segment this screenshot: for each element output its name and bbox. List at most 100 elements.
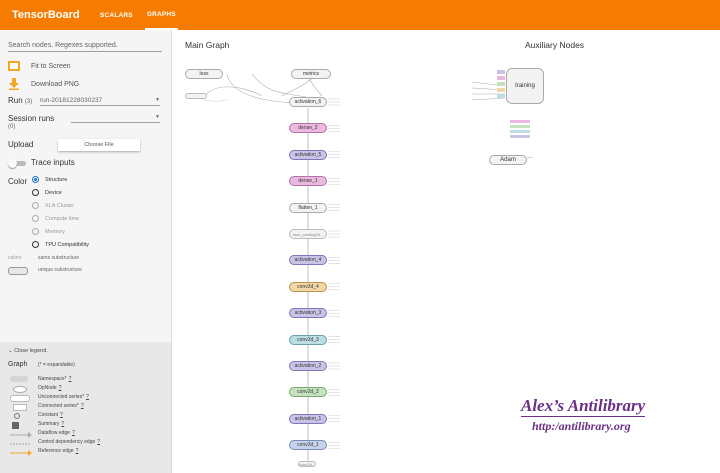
watermark-url: http:/antilibrary.org bbox=[532, 419, 631, 433]
download-png-label: Download PNG bbox=[31, 80, 80, 88]
side-input-edges bbox=[328, 98, 340, 106]
color-option-tpu-compatibility[interactable]: TPU Compatibility bbox=[32, 241, 89, 248]
side-input-edges bbox=[328, 177, 340, 185]
side-input-edges bbox=[328, 283, 340, 290]
training-aux-node[interactable]: training bbox=[506, 68, 544, 104]
conv2d-4-node[interactable]: conv2d_4 bbox=[289, 281, 327, 292]
app-title: TensorBoard bbox=[12, 9, 80, 21]
close-legend-toggle[interactable]: ⌄ Close legend. bbox=[8, 348, 48, 354]
help-link[interactable]: ? bbox=[61, 421, 64, 427]
radio-icon bbox=[32, 241, 39, 248]
chevron-down-icon: ⌄ bbox=[8, 348, 13, 354]
top-bar: TensorBoard SCALARS GRAPHS bbox=[0, 0, 720, 30]
help-link[interactable]: ? bbox=[60, 412, 63, 418]
color-option-compute-time[interactable]: Compute time bbox=[32, 215, 79, 222]
run-label-text: Run bbox=[8, 96, 23, 105]
legend-item-label: Namespace* bbox=[38, 376, 67, 382]
tab-scalars[interactable]: SCALARS bbox=[98, 0, 135, 30]
legend-item-label: Constant bbox=[38, 412, 59, 418]
activation-4-node[interactable]: activation_4 bbox=[289, 255, 327, 266]
side-input-edges bbox=[328, 230, 340, 238]
run-count: (3) bbox=[24, 99, 33, 105]
unique-substructure-label: unique substructure bbox=[38, 267, 82, 273]
input-node[interactable]: conv2d... bbox=[298, 461, 316, 467]
adam-aux-node[interactable]: Adam bbox=[489, 155, 527, 165]
sidebar: Search nodes. Regexes supported. Fit to … bbox=[0, 30, 172, 473]
loss-node[interactable]: loss bbox=[185, 69, 223, 79]
legend-item-label: OpNode bbox=[38, 385, 57, 391]
color-option-device[interactable]: Device bbox=[32, 189, 62, 196]
color-label: Color bbox=[8, 177, 28, 186]
color-option-xla-cluster[interactable]: XLA Cluster bbox=[32, 202, 74, 209]
aux-group-node[interactable] bbox=[510, 120, 568, 140]
side-input-edges bbox=[328, 336, 340, 343]
help-link[interactable]: ? bbox=[81, 403, 84, 409]
radio-icon bbox=[32, 228, 39, 235]
legend-item-namespace: Namespace*? bbox=[38, 376, 71, 382]
color-option-label: Compute time bbox=[45, 215, 80, 222]
metrics-node[interactable]: metrics bbox=[291, 69, 331, 79]
radio-icon bbox=[32, 215, 39, 222]
legend-item-unconnected-series: Unconnected series*? bbox=[38, 394, 89, 400]
legend-item-label: Connected series* bbox=[38, 403, 79, 409]
activation-6-node[interactable]: activation_6 bbox=[289, 97, 327, 107]
legend-item-opnode: OpNode? bbox=[38, 385, 61, 391]
dense-1-node[interactable]: dense_1 bbox=[289, 176, 327, 187]
radio-icon bbox=[32, 202, 39, 209]
activation-5-node[interactable]: activation_5 bbox=[289, 149, 327, 160]
max-pooling2d-node[interactable]: max_pooling2d... bbox=[289, 229, 327, 239]
help-link[interactable]: ? bbox=[69, 376, 72, 382]
legend-item-label: Summary bbox=[38, 421, 60, 427]
radio-icon bbox=[32, 189, 39, 196]
choose-file-button[interactable]: Choose File bbox=[58, 139, 140, 151]
dataflow-edge-icon bbox=[10, 432, 32, 438]
legend-item-label: Control dependency edge bbox=[38, 439, 96, 445]
legend-panel: ⌄ Close legend. Graph (* = expandable) N… bbox=[0, 342, 171, 473]
help-link[interactable]: ? bbox=[72, 430, 75, 436]
session-runs-label: Session runs bbox=[8, 114, 55, 123]
side-input-edges bbox=[328, 125, 340, 132]
color-option-structure[interactable]: Structure bbox=[32, 176, 67, 183]
connected-series-icon bbox=[13, 404, 27, 411]
radio-icon bbox=[32, 176, 39, 183]
fit-to-screen-button[interactable]: Fit to Screen bbox=[8, 60, 71, 72]
session-runs-select[interactable]: ▼ bbox=[71, 114, 160, 123]
activation-3-node[interactable]: activation_3 bbox=[289, 308, 327, 319]
run-select[interactable]: run-20181228030237 ▼ bbox=[40, 97, 160, 106]
color-option-memory[interactable]: Memory bbox=[32, 228, 65, 235]
conv2d-1-node[interactable]: conv2d_1 bbox=[289, 440, 327, 451]
activation-1-node[interactable]: activation_1 bbox=[289, 413, 327, 424]
legend-item-control-dependency-edge: Control dependency edge? bbox=[38, 439, 100, 445]
legend-item-summary: Summary? bbox=[38, 421, 64, 427]
unique-substructure-swatch bbox=[8, 267, 28, 275]
trace-inputs-toggle[interactable] bbox=[8, 159, 26, 168]
flatten-1-node[interactable]: flatten_1 bbox=[289, 202, 327, 213]
conv2d-2-node[interactable]: conv2d_2 bbox=[289, 387, 327, 398]
upload-label: Upload bbox=[8, 140, 34, 149]
help-link[interactable]: ? bbox=[76, 448, 79, 454]
activation-2-node[interactable]: activation_2 bbox=[289, 361, 327, 371]
small-op-node[interactable] bbox=[185, 93, 207, 99]
legend-item-label: Unconnected series* bbox=[38, 394, 85, 400]
conv2d-3-node[interactable]: conv2d_3 bbox=[289, 334, 327, 345]
search-input[interactable]: Search nodes. Regexes supported. bbox=[8, 42, 162, 52]
tab-graphs[interactable]: GRAPHS bbox=[144, 0, 178, 30]
same-substructure-label: same substructure bbox=[38, 255, 80, 261]
dense-2-node[interactable]: dense_2 bbox=[289, 123, 327, 134]
side-input-edges bbox=[328, 204, 340, 211]
legend-item-label: Reference edge bbox=[38, 448, 74, 454]
constant-icon bbox=[14, 413, 20, 419]
trace-inputs-label: Trace inputs bbox=[31, 158, 75, 167]
side-input-edges bbox=[328, 415, 340, 422]
side-input-edges bbox=[328, 257, 340, 264]
watermark-title: Alex’s Antilibrary bbox=[521, 396, 646, 417]
fit-to-screen-label: Fit to Screen bbox=[31, 62, 71, 70]
help-link[interactable]: ? bbox=[86, 394, 89, 400]
download-png-button[interactable]: Download PNG bbox=[8, 78, 79, 90]
fit-screen-icon bbox=[8, 61, 20, 71]
run-select-value: run-20181228030237 bbox=[40, 97, 103, 104]
help-link[interactable]: ? bbox=[59, 385, 62, 391]
side-input-edges bbox=[328, 362, 340, 370]
help-link[interactable]: ? bbox=[97, 439, 100, 445]
side-input-edges bbox=[328, 389, 340, 396]
